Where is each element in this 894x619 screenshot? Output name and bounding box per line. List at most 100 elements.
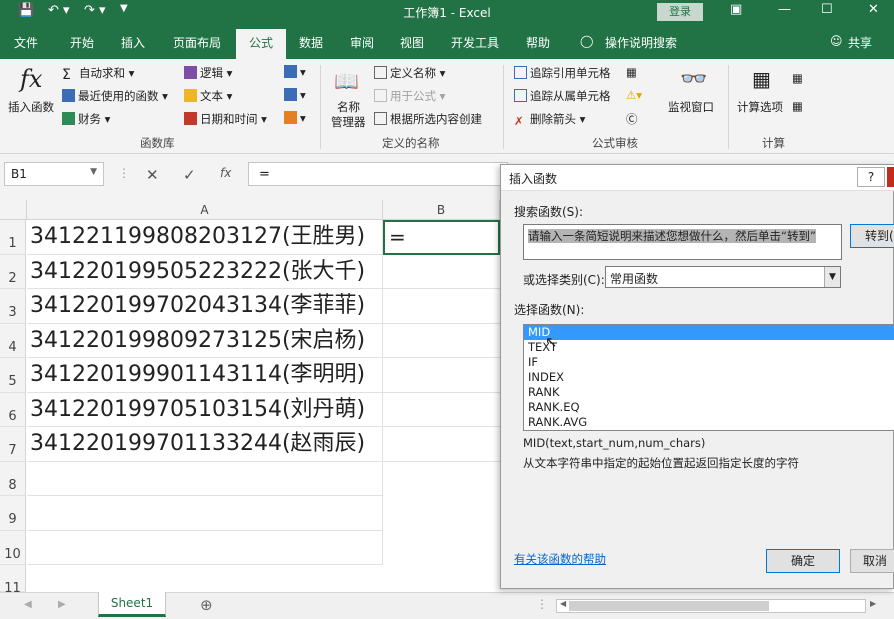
- close-icon[interactable]: ✕: [868, 2, 879, 17]
- tab-home[interactable]: 开始: [70, 34, 94, 51]
- tell-me-search[interactable]: 操作说明搜索: [605, 34, 677, 51]
- next-sheet-icon[interactable]: ▶: [58, 599, 66, 610]
- cell-a9[interactable]: [27, 496, 383, 531]
- ribbon-display-icon[interactable]: ▣: [730, 2, 742, 17]
- minimize-icon[interactable]: —: [778, 2, 791, 17]
- row-header[interactable]: 3: [0, 289, 26, 324]
- chevron-down-icon[interactable]: ▼: [90, 167, 97, 177]
- row-header[interactable]: 9: [0, 496, 26, 531]
- row-header[interactable]: 10: [0, 531, 26, 565]
- insert-function-button[interactable]: 插入函数: [8, 99, 54, 115]
- row-header[interactable]: 4: [0, 324, 26, 358]
- cell-b1[interactable]: =: [383, 220, 500, 255]
- define-name-button[interactable]: 定义名称 ▾: [374, 65, 445, 81]
- go-button[interactable]: 转到(: [850, 224, 894, 248]
- cell-b6[interactable]: [383, 393, 500, 427]
- column-header-a[interactable]: A: [27, 200, 383, 220]
- row-header[interactable]: 8: [0, 462, 26, 496]
- login-button[interactable]: 登录: [657, 3, 703, 21]
- row-header[interactable]: 5: [0, 358, 26, 393]
- name-box[interactable]: B1 ▼: [4, 162, 104, 186]
- recent-functions-button[interactable]: 最近使用的函数 ▾: [62, 88, 168, 104]
- remove-arrows-button[interactable]: ✗ 删除箭头 ▾: [514, 111, 585, 128]
- lookup-button[interactable]: ▾: [284, 65, 306, 79]
- insert-function-icon[interactable]: fx: [220, 166, 231, 180]
- scroll-left-icon[interactable]: ◀: [560, 599, 566, 608]
- evaluate-formula-icon[interactable]: Ⓒ: [626, 111, 638, 127]
- cell-a2[interactable]: 341220199505223222(张大千): [27, 255, 383, 289]
- tab-page-layout[interactable]: 页面布局: [173, 34, 221, 51]
- tab-data[interactable]: 数据: [299, 34, 323, 51]
- cell-b3[interactable]: [383, 289, 500, 324]
- maximize-icon[interactable]: ☐: [821, 2, 833, 17]
- function-item-mid[interactable]: MID: [524, 325, 894, 340]
- math-button[interactable]: ▾: [284, 88, 306, 102]
- column-header-b[interactable]: B: [383, 200, 500, 220]
- ok-button[interactable]: 确定: [766, 549, 840, 573]
- tab-help[interactable]: 帮助: [526, 34, 550, 51]
- show-formulas-icon[interactable]: ▦: [626, 65, 637, 79]
- more-functions-button[interactable]: ▾: [284, 111, 306, 125]
- scroll-right-icon[interactable]: ▶: [870, 599, 876, 608]
- scroll-split-icon[interactable]: ⋮: [536, 597, 548, 611]
- cell-a7[interactable]: 341220199701133244(赵雨辰): [27, 427, 383, 462]
- financial-button[interactable]: 财务 ▾: [62, 111, 110, 127]
- autosum-button[interactable]: Σ 自动求和 ▾: [62, 65, 134, 83]
- drag-handle-icon[interactable]: ⋮: [118, 166, 130, 180]
- tab-formulas[interactable]: 公式: [236, 29, 287, 59]
- tab-file[interactable]: 文件: [14, 34, 38, 51]
- function-item-text[interactable]: TEXT: [524, 340, 894, 355]
- help-button[interactable]: ?: [857, 167, 885, 187]
- cell-b7[interactable]: [383, 427, 500, 462]
- cancel-button[interactable]: 取消: [850, 549, 894, 573]
- select-all-corner[interactable]: [0, 200, 27, 220]
- dialog-close-button[interactable]: [887, 167, 894, 187]
- function-list[interactable]: MID TEXT IF INDEX RANK RANK.EQ RANK.AVG: [523, 324, 894, 431]
- category-select[interactable]: 常用函数 ▼: [605, 266, 841, 288]
- function-help-link[interactable]: 有关该函数的帮助: [514, 551, 606, 567]
- share-button[interactable]: 共享: [848, 34, 872, 51]
- datetime-button[interactable]: 日期和时间 ▾: [184, 111, 267, 127]
- calc-now-icon[interactable]: ▦: [792, 71, 803, 85]
- function-item-rank-eq[interactable]: RANK.EQ: [524, 400, 894, 415]
- cancel-icon[interactable]: ✕: [146, 166, 159, 184]
- row-header[interactable]: 6: [0, 393, 26, 427]
- cell-b5[interactable]: [383, 358, 500, 393]
- trace-precedents-button[interactable]: 追踪引用单元格: [514, 65, 611, 81]
- row-header[interactable]: 7: [0, 427, 26, 462]
- logical-button[interactable]: 逻辑 ▾: [184, 65, 232, 81]
- cell-a10[interactable]: [27, 531, 383, 565]
- name-manager-label1[interactable]: 名称: [337, 99, 360, 115]
- watch-window-button[interactable]: 监视窗口: [668, 99, 714, 115]
- prev-sheet-icon[interactable]: ◀: [24, 599, 32, 610]
- cell-b4[interactable]: [383, 324, 500, 358]
- tab-insert[interactable]: 插入: [121, 34, 145, 51]
- function-item-rank-avg[interactable]: RANK.AVG: [524, 415, 894, 430]
- horizontal-scrollbar[interactable]: [556, 599, 866, 613]
- cell-a3[interactable]: 341220199702043134(李菲菲): [27, 289, 383, 324]
- create-from-selection-button[interactable]: 根据所选内容创建: [374, 111, 482, 127]
- tab-developer[interactable]: 开发工具: [451, 34, 499, 51]
- calc-sheet-icon[interactable]: ▦: [792, 99, 803, 113]
- cell-a1[interactable]: 341221199808203127(王胜男): [27, 220, 383, 255]
- scrollbar-thumb[interactable]: [569, 601, 769, 611]
- trace-dependents-button[interactable]: 追踪从属单元格: [514, 88, 611, 104]
- chevron-down-icon[interactable]: ▼: [824, 267, 840, 287]
- cell-a8[interactable]: [27, 462, 383, 496]
- tab-review[interactable]: 审阅: [350, 34, 374, 51]
- row-header[interactable]: 11: [0, 565, 26, 596]
- cell-a5[interactable]: 341220199901143114(李明明): [27, 358, 383, 393]
- search-function-input[interactable]: 请输入一条简短说明来描述您想做什么，然后单击“转到”: [523, 224, 842, 260]
- enter-icon[interactable]: ✓: [183, 166, 196, 184]
- function-item-if[interactable]: IF: [524, 355, 894, 370]
- sheet-tab-sheet1[interactable]: Sheet1: [98, 592, 166, 617]
- tab-view[interactable]: 视图: [400, 34, 424, 51]
- row-header[interactable]: 1: [0, 220, 26, 255]
- function-item-rank[interactable]: RANK: [524, 385, 894, 400]
- row-header[interactable]: 2: [0, 255, 26, 289]
- cell-a4[interactable]: 341220199809273125(宋启杨): [27, 324, 383, 358]
- cell-a6[interactable]: 341220199705103154(刘丹萌): [27, 393, 383, 427]
- calc-options-button[interactable]: 计算选项: [737, 99, 783, 115]
- add-sheet-icon[interactable]: ⊕: [200, 596, 213, 614]
- function-item-index[interactable]: INDEX: [524, 370, 894, 385]
